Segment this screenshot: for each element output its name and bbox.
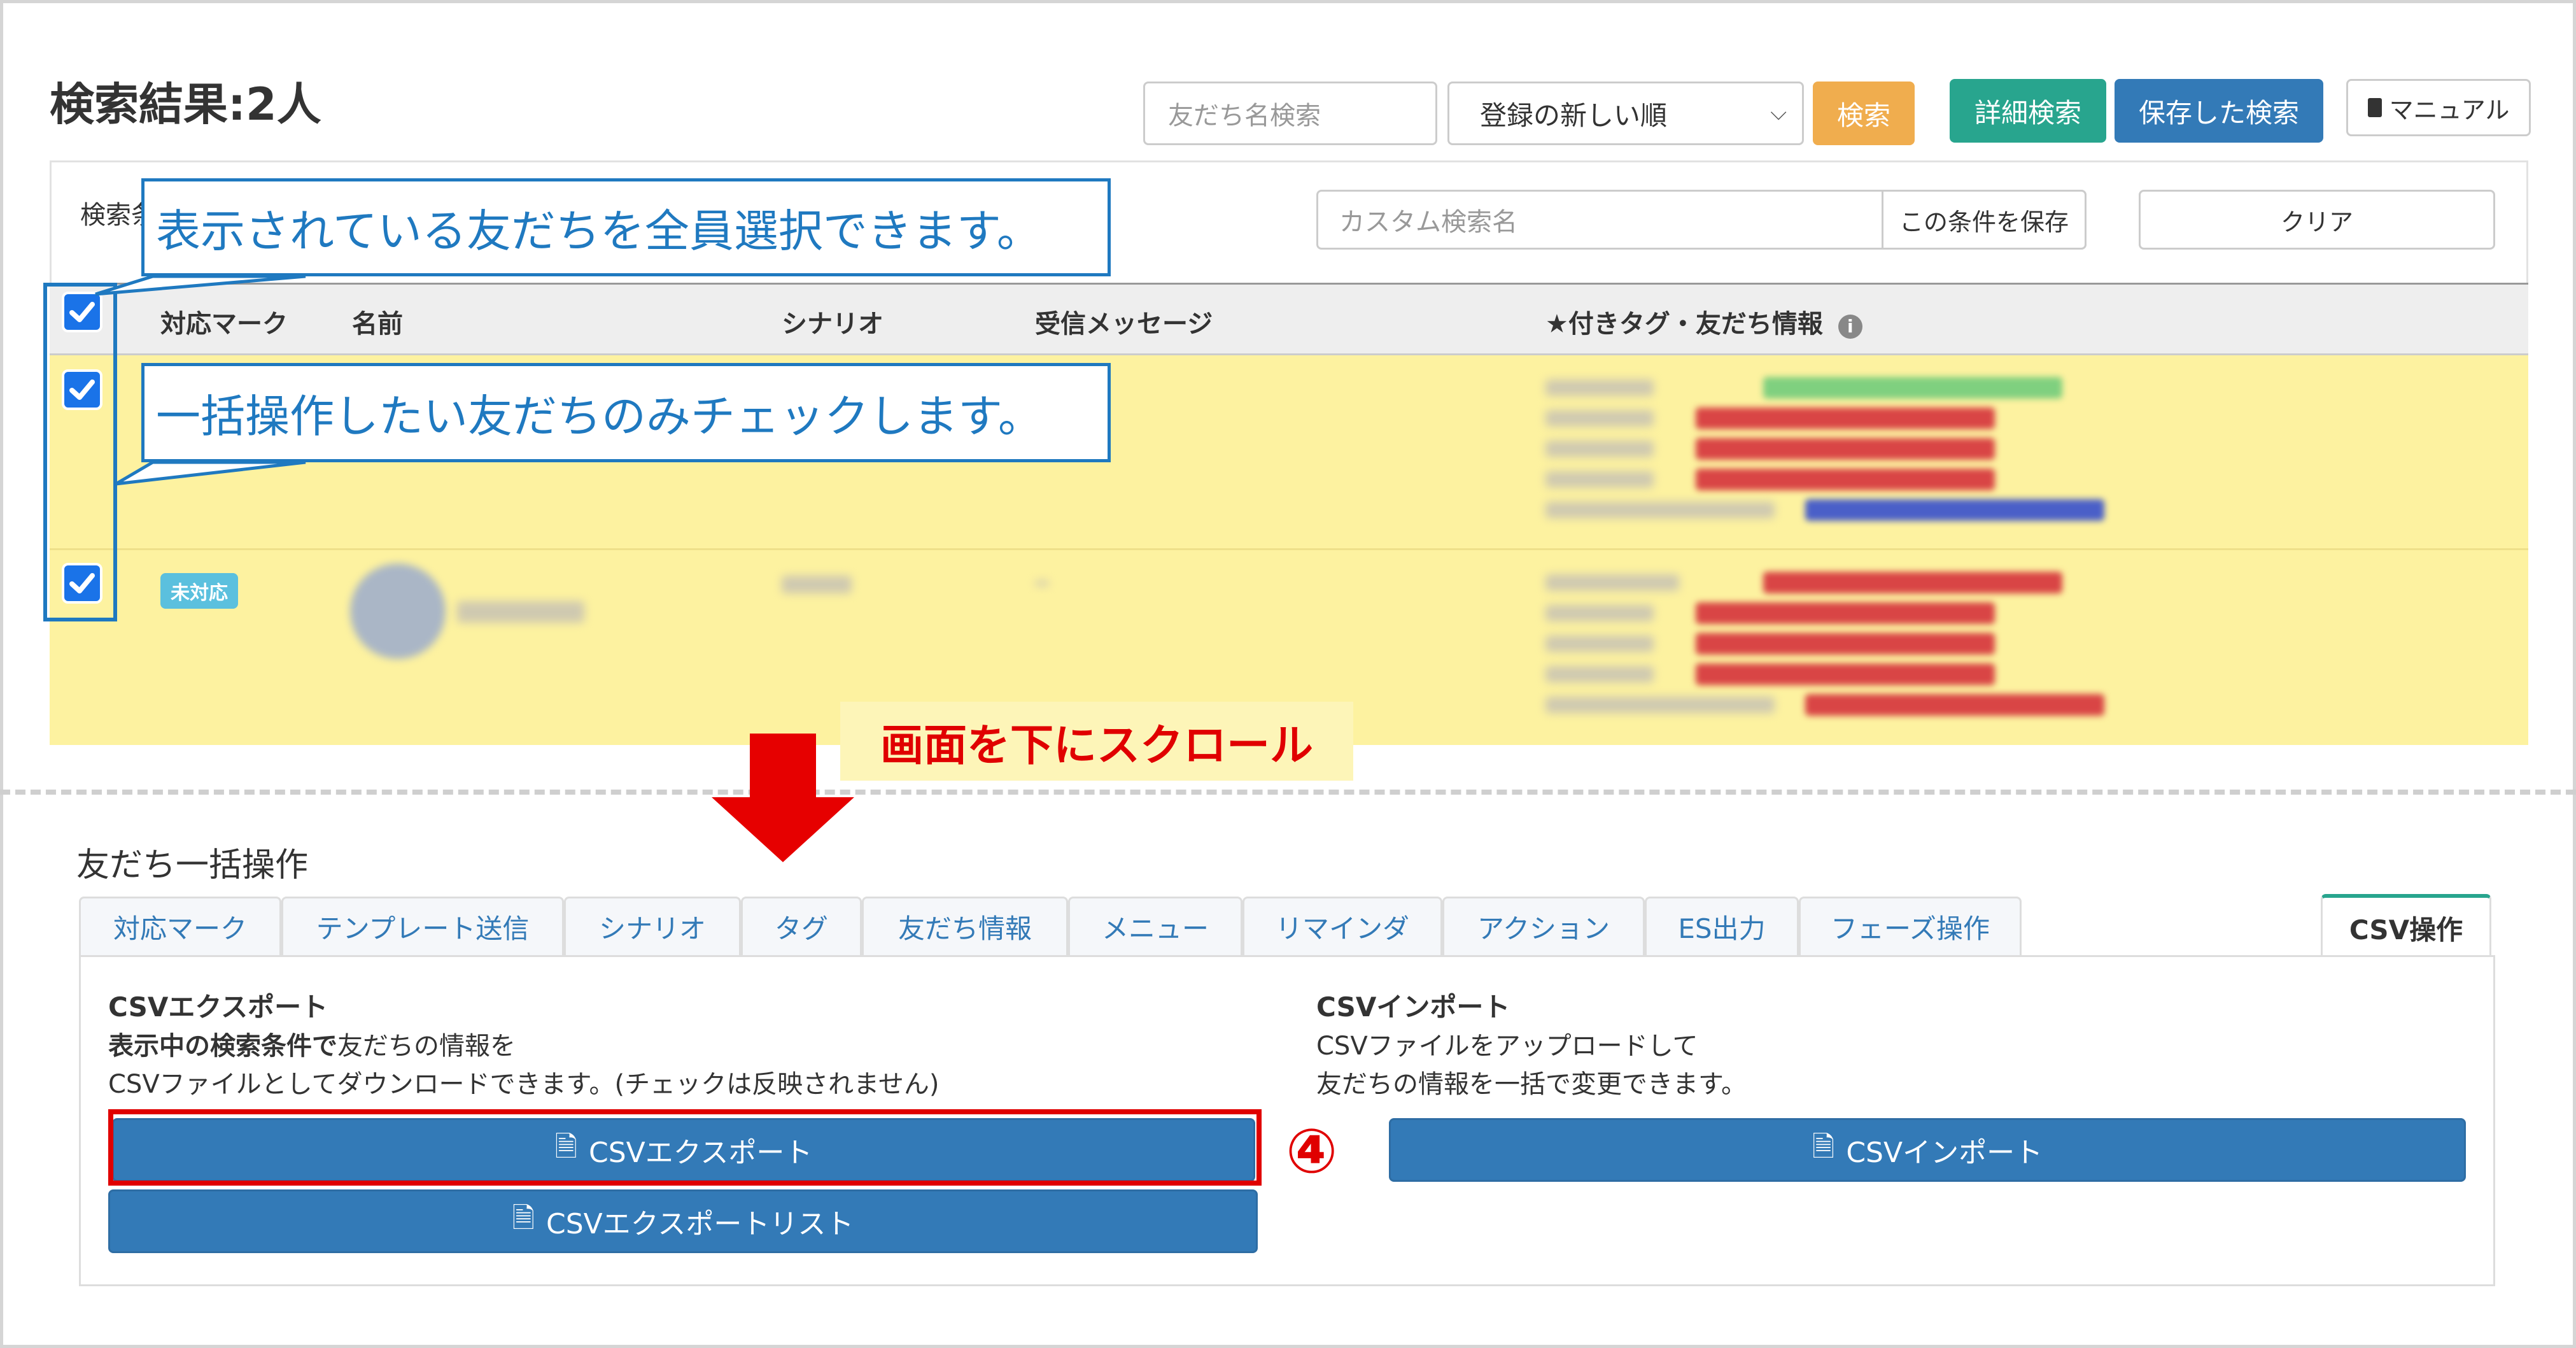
callout-select-all: 表示されている友だちを全員選択できます。: [141, 178, 1111, 276]
file-import-icon: 🗎: [1812, 1130, 1835, 1163]
tab-tag[interactable]: タグ: [741, 897, 862, 955]
tab-template-send[interactable]: テンプレート送信: [281, 897, 564, 955]
csv-import-button[interactable]: 🗎 CSVインポート: [1389, 1118, 2466, 1182]
tab-reminder[interactable]: リマインダ: [1242, 897, 1442, 955]
csv-export-desc-line2: CSVファイルとしてダウンロードできます。(チェックは反映されません): [108, 1070, 940, 1099]
file-export-icon: 🗎: [512, 1202, 535, 1235]
csv-import-title: CSVインポート: [1316, 991, 1510, 1023]
scroll-instruction: 画面を下にスクロール: [840, 702, 1353, 781]
tab-friend-info[interactable]: 友だち情報: [862, 897, 1068, 955]
arrow-down-icon: [712, 734, 854, 862]
bulk-section-title: 友だち一括操作: [76, 846, 309, 884]
csv-export-desc-rest: 友だちの情報を: [337, 1032, 516, 1061]
tab-action[interactable]: アクション: [1442, 897, 1645, 955]
csv-export-desc-bold: 表示中の検索条件で: [108, 1032, 337, 1061]
csv-export-list-button-label: CSVエクスポートリスト: [545, 1208, 854, 1240]
export-highlight-box: [108, 1109, 1262, 1186]
csv-export-desc-line1: 表示中の検索条件で友だちの情報を: [108, 1025, 516, 1062]
callout-check-some: 一括操作したい友だちのみチェックします。: [141, 363, 1111, 462]
csv-export-list-button[interactable]: 🗎 CSVエクスポートリスト: [108, 1189, 1258, 1253]
csv-import-desc-line1: CSVファイルをアップロードして: [1316, 1032, 1698, 1061]
tab-phase-operation[interactable]: フェーズ操作: [1799, 897, 2022, 955]
tab-scenario[interactable]: シナリオ: [564, 897, 741, 955]
step-number: ④: [1286, 1116, 1338, 1187]
csv-import-desc-line2: 友だちの情報を一括で変更できます。: [1316, 1070, 1747, 1099]
tab-es-output[interactable]: ES出力: [1645, 897, 1799, 955]
tab-menu[interactable]: メニュー: [1068, 897, 1242, 955]
csv-import-button-label: CSVインポート: [1846, 1137, 2043, 1169]
csv-export-title: CSVエクスポート: [108, 991, 328, 1023]
tab-mark[interactable]: 対応マーク: [79, 897, 281, 955]
scroll-divider: [0, 790, 2576, 795]
tab-csv-operation[interactable]: CSV操作: [2321, 894, 2491, 958]
